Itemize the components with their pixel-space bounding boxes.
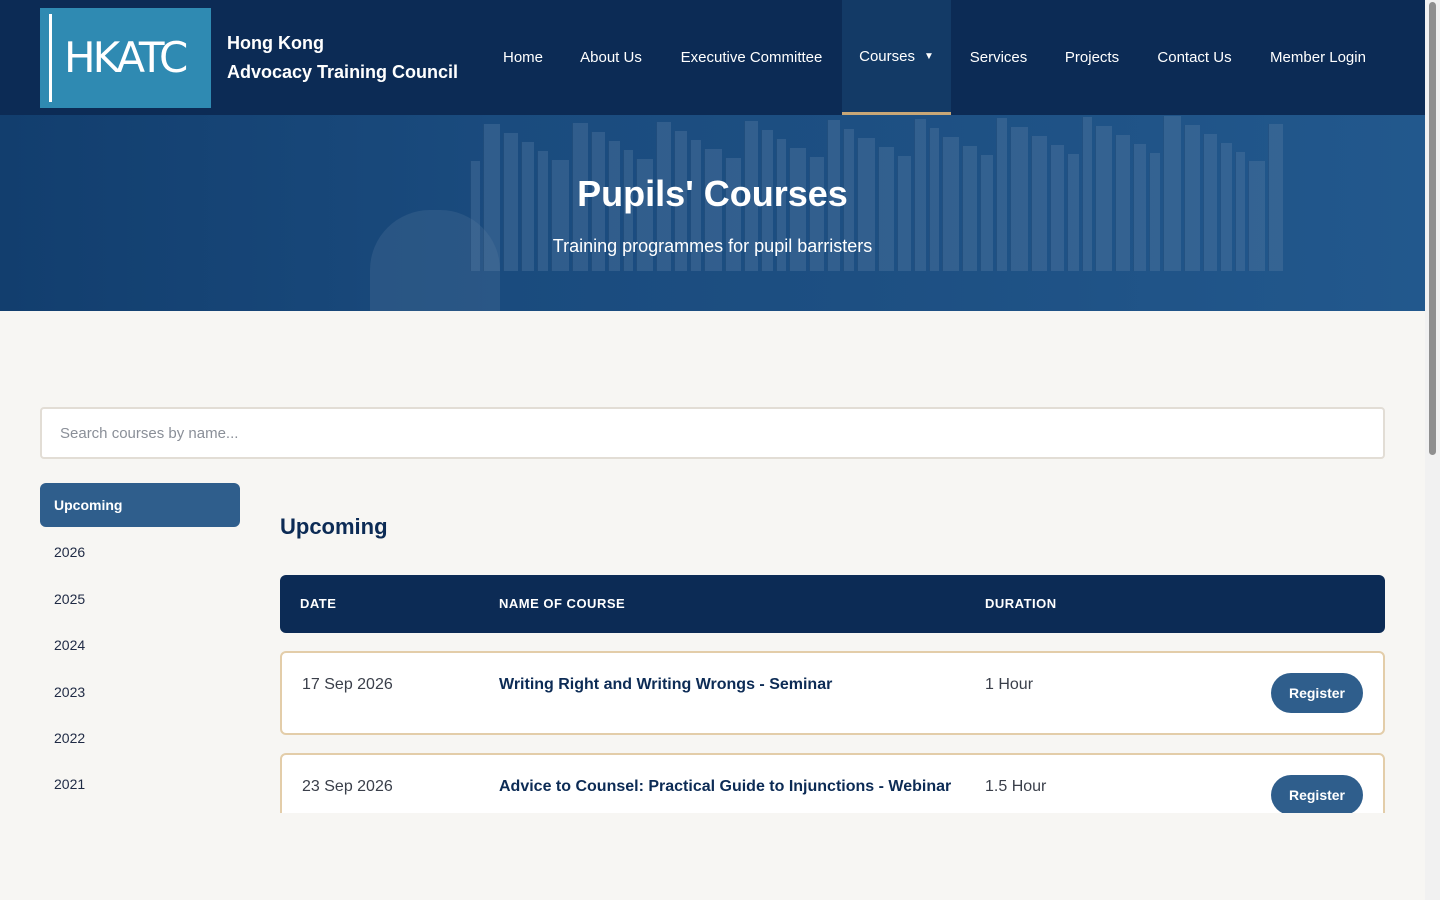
section-title: Upcoming <box>280 514 388 539</box>
page-scrollbar[interactable] <box>1425 0 1440 900</box>
site-header: HKATC Hong Kong Advocacy Training Counci… <box>0 0 1425 115</box>
nav-executive-committee-label: Executive Committee <box>680 49 823 66</box>
nav-member-login[interactable]: Member Login <box>1251 0 1385 115</box>
nav-about-us-label: About Us <box>580 49 642 66</box>
nav-home-label: Home <box>502 49 543 66</box>
sidebar-item-2022[interactable]: 2022 <box>40 716 240 760</box>
hero-banner: Pupils' Courses Training programmes for … <box>0 115 1425 311</box>
column-header-duration: DURATION <box>985 596 1057 611</box>
sidebar-item-label: 2021 <box>54 776 86 792</box>
course-date: 17 Sep 2026 <box>302 676 393 693</box>
sidebar-item-2023[interactable]: 2023 <box>40 670 240 714</box>
course-row: 17 Sep 2026 Writing Right and Writing Wr… <box>280 651 1385 735</box>
page-title: Pupils' Courses <box>577 173 848 214</box>
org-name-line1: Hong Kong <box>227 33 324 53</box>
course-duration: 1.5 Hour <box>985 778 1047 795</box>
course-name[interactable]: Writing Right and Writing Wrongs - Semin… <box>499 676 832 694</box>
nav-courses[interactable]: Courses ▼ <box>842 0 951 115</box>
course-duration: 1 Hour <box>985 676 1034 693</box>
sidebar-item-label: 2025 <box>54 591 86 607</box>
page-subtitle: Training programmes for pupil barristers <box>552 236 873 256</box>
sidebar-item-2024[interactable]: 2024 <box>40 623 240 667</box>
logo-text: HKATC <box>64 33 188 82</box>
nav-services[interactable]: Services <box>951 0 1046 115</box>
sidebar-item-2025[interactable]: 2025 <box>40 577 240 621</box>
nav-contact-us-label: Contact Us <box>1157 49 1232 66</box>
logo-bar <box>49 14 52 102</box>
course-row: 23 Sep 2026 Advice to Counsel: Practical… <box>280 753 1385 813</box>
sidebar-item-label: 2023 <box>54 684 86 700</box>
sidebar-item-label: 2026 <box>54 544 86 560</box>
site-logo[interactable]: HKATC <box>40 8 211 108</box>
course-name[interactable]: Advice to Counsel: Practical Guide to In… <box>499 778 951 796</box>
sidebar-item-label: 2022 <box>54 730 86 746</box>
column-header-name: NAME OF COURSE <box>499 596 626 611</box>
nav-contact-us[interactable]: Contact Us <box>1138 0 1251 115</box>
scrollbar-thumb[interactable] <box>1429 2 1436 455</box>
caret-down-icon: ▼ <box>923 50 934 62</box>
nav-home[interactable]: Home <box>485 0 561 115</box>
sidebar-item-label: Upcoming <box>54 497 123 513</box>
sidebar-item-upcoming[interactable]: Upcoming <box>40 483 240 527</box>
course-search-input[interactable] <box>40 407 1385 459</box>
nav-executive-committee[interactable]: Executive Committee <box>661 0 842 115</box>
nav-courses-label: Courses <box>859 47 915 65</box>
course-date: 23 Sep 2026 <box>302 778 393 795</box>
nav-projects-label: Projects <box>1064 49 1120 66</box>
column-header-date: DATE <box>300 596 337 611</box>
sidebar-item-2021[interactable]: 2021 <box>40 762 240 806</box>
nav-about-us[interactable]: About Us <box>561 0 661 115</box>
org-name-line2: Advocacy Training Council <box>227 62 459 82</box>
register-button[interactable]: Register <box>1271 775 1363 813</box>
nav-member-login-label: Member Login <box>1270 49 1366 66</box>
organization-name[interactable]: Hong Kong Advocacy Training Council <box>227 29 458 87</box>
nav-projects[interactable]: Projects <box>1046 0 1138 115</box>
sidebar-item-label: 2024 <box>54 637 86 653</box>
nav-services-label: Services <box>969 49 1028 66</box>
viewport: HKATC Hong Kong Advocacy Training Counci… <box>0 0 1425 813</box>
register-button[interactable]: Register <box>1271 673 1363 713</box>
sidebar-item-2026[interactable]: 2026 <box>40 530 240 574</box>
course-table-header: DATE NAME OF COURSE DURATION <box>280 575 1385 633</box>
